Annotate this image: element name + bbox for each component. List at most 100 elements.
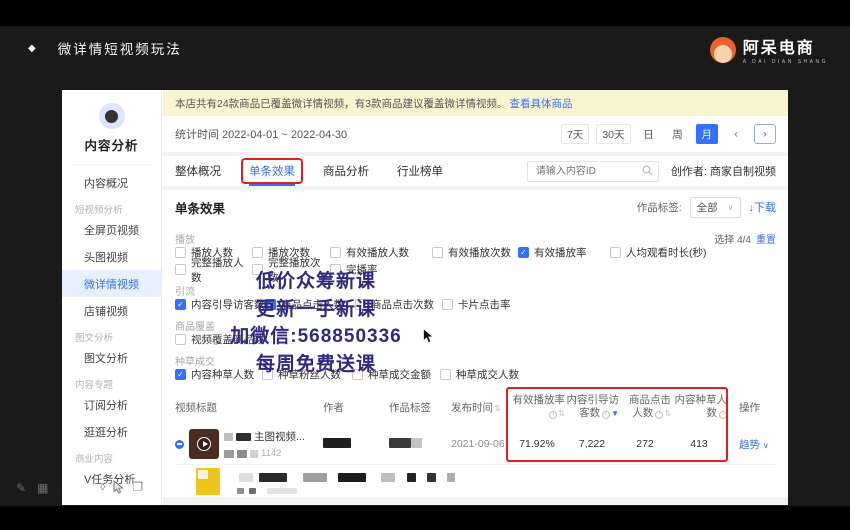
col-publish-date[interactable]: 发布时间⇅ <box>451 400 509 415</box>
metric-product-click-count[interactable]: 商品点击次数 <box>355 297 442 312</box>
search-icon <box>642 165 653 176</box>
video-thumbnail[interactable] <box>189 429 219 459</box>
sidebar-item-subscription-analysis[interactable]: 订阅分析 <box>62 391 161 418</box>
tab-single-item-effect[interactable]: 单条效果 <box>249 156 295 186</box>
tag-filter-label: 作品标签: <box>637 200 682 215</box>
sidebar-item-guangguang-analysis[interactable]: 逛逛分析 <box>62 418 161 445</box>
checkbox-icon[interactable] <box>265 299 276 310</box>
checkbox-icon[interactable] <box>252 264 263 275</box>
main-content: 本店共有24款商品已覆盖微详情视频，有3款商品建议覆盖微详情视频。 查看具体商品… <box>163 90 788 505</box>
sidebar-item-head-image-video[interactable]: 头图视频 <box>62 243 161 270</box>
col-video-title[interactable]: 视频标题 <box>175 400 323 415</box>
checkbox-icon[interactable] <box>610 247 621 258</box>
checkbox-icon[interactable] <box>352 369 363 380</box>
metric-full-play-count[interactable]: 完整播放次数 <box>252 255 330 285</box>
sidebar-item-micro-detail-video[interactable]: 微详情视频 <box>62 270 161 297</box>
col-product-clicks[interactable]: 商品点击人数i⇅ <box>619 394 671 420</box>
sidebar-section-label: 内容专题 <box>75 377 113 391</box>
col-valid-play-rate[interactable]: 有效播放率i⇅ <box>509 394 565 420</box>
sort-icon[interactable]: ⇅ <box>494 404 501 413</box>
checkbox-icon[interactable] <box>355 299 366 310</box>
checkbox-icon[interactable] <box>262 369 273 380</box>
col-action: 操作 <box>727 400 776 415</box>
pen-icon[interactable]: ✎ <box>16 481 26 495</box>
metric-avg-watch-time[interactable]: 人均观看时长(秒) <box>610 245 707 260</box>
redacted-tag <box>411 438 422 448</box>
tab-product-analysis[interactable]: 商品分析 <box>323 156 369 186</box>
metric-content-guided-visitors[interactable]: 内容引导访客数 <box>175 297 265 312</box>
search-input[interactable] <box>527 161 659 182</box>
info-icon[interactable]: i <box>655 411 663 419</box>
avatar[interactable] <box>99 103 125 129</box>
trend-link[interactable]: 趋势 ∨ <box>739 439 769 451</box>
letterbox-bottom <box>0 506 850 530</box>
metric-valid-play-users[interactable]: 有效播放人数 <box>330 245 432 260</box>
checkbox-icon[interactable] <box>432 247 443 258</box>
checkbox-icon[interactable] <box>175 334 186 345</box>
sidebar-section-image-text: 图文分析 <box>62 330 161 344</box>
sort-icon[interactable]: ⇅ <box>664 409 671 418</box>
range-30d-button[interactable]: 30天 <box>596 124 630 144</box>
range-week-button[interactable]: 周 <box>667 124 689 144</box>
info-icon[interactable]: i <box>719 411 727 419</box>
table-row[interactable]: 主图视频... 1142 2021-09-06 71.92% 7,222 272… <box>175 424 776 464</box>
metric-card-click-rate[interactable]: 卡片点击率 <box>442 297 511 312</box>
sidebar-item-content-overview[interactable]: 内容概况 <box>62 169 161 196</box>
brand-tagline: A DAI DIAN SHANG <box>743 59 828 65</box>
metric-product-click-users[interactable]: 商品点击人数 <box>265 297 355 312</box>
notice-link[interactable]: 查看具体商品 <box>510 96 573 111</box>
range-7d-button[interactable]: 7天 <box>561 124 589 144</box>
prev-period-button[interactable]: ‹ <box>725 124 747 144</box>
eraser-icon[interactable]: ⬨ <box>100 479 105 494</box>
metric-valid-play-count[interactable]: 有效播放次数 <box>432 245 518 260</box>
col-guided-visitors[interactable]: 内容引导访客数i▼ <box>565 394 619 420</box>
table-row-partial[interactable] <box>175 464 776 497</box>
range-day-button[interactable]: 日 <box>638 124 660 144</box>
checkbox-icon[interactable] <box>518 247 529 258</box>
col-tag[interactable]: 作品标签 <box>389 400 451 415</box>
metric-completion-rate[interactable]: 完播率 <box>330 262 432 277</box>
metric-video-covered-products[interactable]: 视频覆盖商品数 <box>175 332 265 347</box>
sort-icon[interactable]: ⇅ <box>558 409 565 418</box>
redacted-block <box>237 488 244 494</box>
col-author[interactable]: 作者 <box>323 400 389 415</box>
sidebar-item-label: 微详情视频 <box>84 276 139 292</box>
metric-content-seeded-users[interactable]: 内容种草人数 <box>175 367 262 382</box>
metric-seeded-fans[interactable]: 种草粉丝人数 <box>262 367 352 382</box>
redacted-block <box>237 450 247 458</box>
sidebar-item-fullscreen-video[interactable]: 全屏页视频 <box>62 216 161 243</box>
checkbox-icon[interactable] <box>440 369 451 380</box>
board-icon[interactable]: ▦ <box>37 481 48 495</box>
sidebar-section-label: 图文分析 <box>75 330 113 344</box>
metric-seeding-buyers[interactable]: 种草成交人数 <box>440 367 519 382</box>
checkbox-icon[interactable] <box>330 247 341 258</box>
row-select-toggle[interactable] <box>175 440 184 449</box>
metric-label: 有效播放率 <box>534 245 587 260</box>
tab-overall-overview[interactable]: 整体概况 <box>175 156 221 186</box>
metric-full-play-users[interactable]: 完整播放人数 <box>175 255 252 285</box>
play-icon <box>197 437 211 451</box>
sidebar-item-image-text-analysis[interactable]: 图文分析 <box>62 344 161 371</box>
col-seeded-users[interactable]: 内容种草人数i <box>671 394 727 420</box>
info-icon[interactable]: i <box>549 411 557 419</box>
checkbox-icon[interactable] <box>442 299 453 310</box>
reset-button[interactable]: 重置 <box>756 235 776 246</box>
laser-page-icon[interactable]: ❐ <box>132 480 143 494</box>
tab-industry-ranking[interactable]: 行业榜单 <box>397 156 443 186</box>
checkbox-icon[interactable] <box>330 264 341 275</box>
metric-seeding-gmv[interactable]: 种草成交金额 <box>352 367 440 382</box>
download-button[interactable]: ↓下载 <box>749 199 777 215</box>
metric-valid-play-rate[interactable]: 有效播放率 <box>518 245 610 260</box>
range-month-button[interactable]: 月 <box>696 124 719 144</box>
tag-filter-select[interactable]: 全部 ∨ <box>690 197 741 218</box>
info-icon[interactable]: i <box>602 411 610 419</box>
sort-desc-icon[interactable]: ▼ <box>611 409 619 418</box>
checkbox-icon[interactable] <box>175 264 186 275</box>
cursor-tool-icon[interactable] <box>113 480 124 494</box>
sidebar-item-shop-video[interactable]: 店铺视频 <box>62 297 161 324</box>
creator-filter[interactable]: 创作者: 商家自制视频 <box>671 163 776 179</box>
checkbox-icon[interactable] <box>175 299 186 310</box>
checkbox-icon[interactable] <box>175 369 186 380</box>
time-range-label: 统计时间 2022-04-01 ~ 2022-04-30 <box>175 126 347 142</box>
next-period-button[interactable]: › <box>754 124 776 144</box>
